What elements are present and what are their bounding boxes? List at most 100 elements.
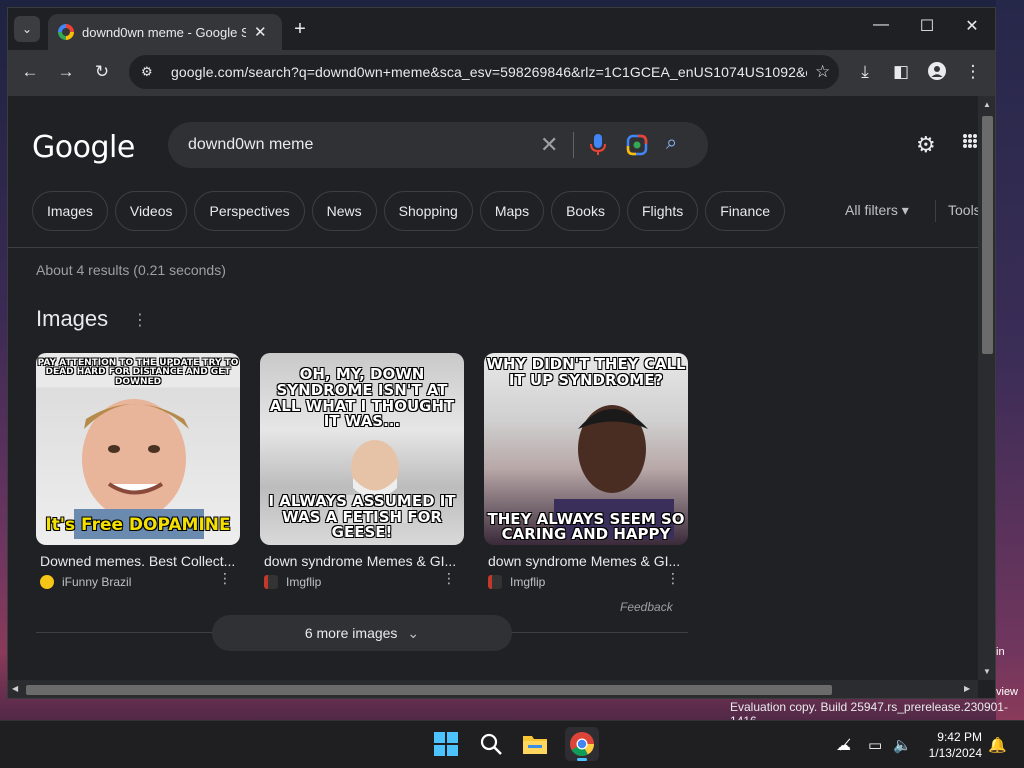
chevron-down-icon: ⌄ <box>407 624 420 641</box>
image-result-card[interactable]: PAY ATTENTION TO THE UPDATE TRY TO DEAD … <box>36 353 240 589</box>
scroll-right-arrow-icon[interactable]: ▶ <box>964 684 970 693</box>
desktop-partial-text: view <box>996 686 1019 698</box>
image-thumbnail[interactable]: WHY DIDN'T THEY CALL IT UP SYNDROME? THE… <box>484 353 688 545</box>
all-filters-dropdown[interactable]: All filters ▾ <box>845 202 909 219</box>
taskbar-search-icon[interactable] <box>478 731 506 759</box>
image-source[interactable]: iFunny Brazil <box>40 575 240 589</box>
close-window-button[interactable]: ✕ <box>949 16 995 36</box>
tab-close-icon[interactable]: ✕ <box>254 23 267 41</box>
feedback-link[interactable]: Feedback <box>620 600 673 614</box>
google-favicon-icon <box>58 24 74 40</box>
source-name: Imgflip <box>286 575 322 589</box>
image-thumbnail[interactable]: OH, MY, DOWN SYNDROME ISN'T AT ALL WHAT … <box>260 353 464 545</box>
filter-chip-flights[interactable]: Flights <box>626 191 699 231</box>
settings-gear-icon[interactable]: ⚙ <box>916 132 936 158</box>
image-result-card[interactable]: WHY DIDN'T THEY CALL IT UP SYNDROME? THE… <box>484 353 688 589</box>
filter-chip-finance[interactable]: Finance <box>705 191 786 231</box>
browser-toolbar: ← → ↻ ⚙ google.com/search?q=downd0wn+mem… <box>8 50 995 96</box>
filter-chip-images[interactable]: Images <box>32 191 108 231</box>
system-clock[interactable]: 9:42 PM 1/13/2024 <box>918 729 982 761</box>
imgflip-favicon-icon <box>264 575 278 589</box>
scroll-left-arrow-icon[interactable]: ◀ <box>12 684 18 693</box>
search-input[interactable]: downd0wn meme ✕ ⌕ <box>168 122 708 168</box>
file-explorer-icon[interactable] <box>522 731 550 759</box>
filter-chip-videos[interactable]: Videos <box>114 191 188 231</box>
meme-bottom-text: I ALWAYS ASSUMED IT WAS A FETISH FOR GEE… <box>268 491 456 542</box>
scroll-up-arrow-icon[interactable]: ▲ <box>983 100 991 109</box>
filter-chip-shopping[interactable]: Shopping <box>383 191 473 231</box>
ifunny-favicon-icon <box>40 575 54 589</box>
minimize-button[interactable]: — <box>858 16 904 34</box>
forward-arrow-icon[interactable]: → <box>55 62 77 82</box>
site-info-icon[interactable]: ⚙ <box>141 64 157 80</box>
desktop-background: in view <box>996 0 1024 720</box>
chrome-taskbar-button[interactable] <box>565 727 599 761</box>
search-query-text[interactable]: downd0wn meme <box>188 136 313 154</box>
google-logo[interactable]: Google <box>32 130 135 165</box>
scroll-down-arrow-icon[interactable]: ▼ <box>983 667 991 676</box>
more-options-icon[interactable]: ⋮ <box>218 570 232 587</box>
reload-icon[interactable]: ↻ <box>91 62 113 82</box>
voice-search-icon[interactable] <box>588 133 608 157</box>
source-name: Imgflip <box>510 575 546 589</box>
image-source[interactable]: Imgflip <box>488 575 688 589</box>
profile-avatar-icon[interactable] <box>926 62 948 85</box>
clock-date: 1/13/2024 <box>928 746 982 760</box>
more-menu-icon[interactable]: ⋮ <box>962 62 984 82</box>
meme-top-text: PAY ATTENTION TO THE UPDATE TRY TO DEAD … <box>37 358 239 387</box>
download-icon[interactable]: ⤓ <box>854 62 876 82</box>
vertical-scroll-thumb[interactable] <box>982 116 993 354</box>
vertical-scrollbar[interactable]: ▲ ▼ <box>978 96 995 680</box>
horizontal-scroll-thumb[interactable] <box>26 685 832 695</box>
result-stats: About 4 results (0.21 seconds) <box>36 262 226 278</box>
filter-chips: Images Videos Perspectives News Shopping… <box>32 191 792 231</box>
image-caption[interactable]: Downed memes. Best Collect... <box>40 553 240 569</box>
filter-chip-books[interactable]: Books <box>551 191 620 231</box>
more-options-icon[interactable]: ⋮ <box>666 570 680 587</box>
side-panel-icon[interactable]: ◧ <box>890 62 912 82</box>
maximize-button[interactable]: ☐ <box>904 16 950 36</box>
volume-muted-icon[interactable]: 🔈 <box>893 736 912 754</box>
tab-active[interactable]: downd0wn meme - Google Sea ✕ <box>48 14 282 50</box>
more-images-button[interactable]: 6 more images ⌄ <box>212 615 512 651</box>
filter-chip-perspectives[interactable]: Perspectives <box>194 191 305 231</box>
filter-chip-news[interactable]: News <box>311 191 377 231</box>
back-arrow-icon[interactable]: ← <box>19 62 41 82</box>
tools-button[interactable]: Tools <box>948 202 978 218</box>
google-apps-icon[interactable] <box>963 134 977 148</box>
filter-chip-maps[interactable]: Maps <box>479 191 545 231</box>
address-bar[interactable]: ⚙ google.com/search?q=downd0wn+meme&sca_… <box>129 55 839 89</box>
chrome-icon <box>570 732 594 757</box>
notification-bell-icon[interactable]: 🔔 <box>988 736 1007 754</box>
taskbar: ☁̸ ▭ 🔈 9:42 PM 1/13/2024 🔔 <box>0 720 1024 768</box>
meme-bottom-text: It's Free DOPAMINE <box>45 515 231 536</box>
url-text[interactable]: google.com/search?q=downd0wn+meme&sca_es… <box>171 64 807 80</box>
more-options-icon[interactable]: ⋮ <box>442 570 456 587</box>
display-icon[interactable]: ▭ <box>868 736 882 754</box>
windows-start-icon[interactable] <box>433 731 461 759</box>
more-images-label: 6 more images <box>304 625 398 641</box>
chevron-down-icon: ⌄ <box>21 22 33 36</box>
horizontal-scrollbar[interactable]: ◀ ▶ <box>8 680 978 698</box>
bookmark-star-icon[interactable]: ☆ <box>815 62 830 82</box>
tab-title: downd0wn meme - Google Sea <box>82 24 246 40</box>
desktop-partial-text: in <box>996 646 1005 658</box>
images-section-heading: Images <box>36 306 109 331</box>
image-caption[interactable]: down syndrome Memes & GI... <box>488 553 688 569</box>
tools-divider <box>935 200 936 222</box>
image-thumbnail[interactable]: PAY ATTENTION TO THE UPDATE TRY TO DEAD … <box>36 353 240 545</box>
network-off-icon[interactable]: ☁̸ <box>836 736 851 754</box>
image-search-lens-icon[interactable] <box>626 134 648 156</box>
image-source[interactable]: Imgflip <box>264 575 464 589</box>
search-divider <box>573 132 574 158</box>
new-tab-button[interactable]: + <box>288 18 312 41</box>
image-result-card[interactable]: OH, MY, DOWN SYNDROME ISN'T AT ALL WHAT … <box>260 353 464 589</box>
search-icon[interactable]: ⌕ <box>666 132 677 155</box>
section-menu-icon[interactable]: ⋮ <box>132 310 148 330</box>
image-caption[interactable]: down syndrome Memes & GI... <box>264 553 464 569</box>
tab-search-button[interactable]: ⌄ <box>14 16 40 42</box>
clear-search-icon[interactable]: ✕ <box>540 132 558 158</box>
tab-strip: ⌄ downd0wn meme - Google Sea ✕ + — ☐ ✕ <box>8 8 995 50</box>
active-indicator <box>577 758 587 761</box>
browser-window: ⌄ downd0wn meme - Google Sea ✕ + — ☐ ✕ ←… <box>7 7 996 699</box>
